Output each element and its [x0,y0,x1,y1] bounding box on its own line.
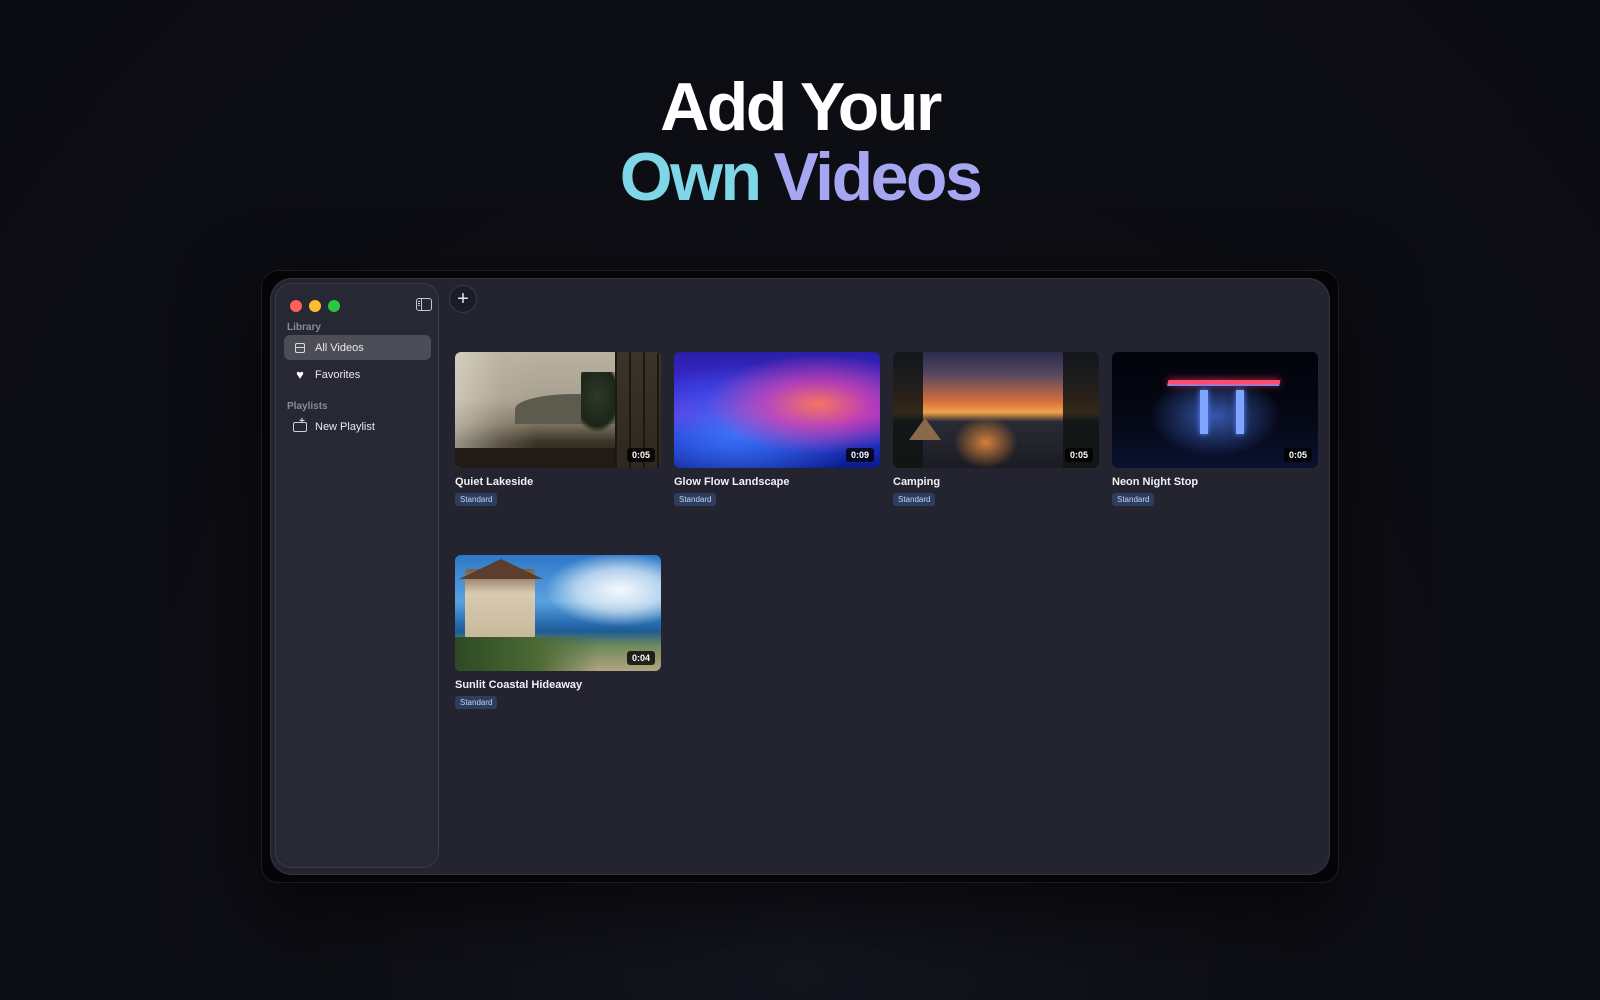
app-window: Library All Videos ♥ Favorites Playlists… [270,278,1330,875]
add-video-button[interactable]: + [449,285,477,313]
sidebar-item-label: Favorites [315,368,361,381]
quality-badge: Standard [1112,493,1155,506]
video-thumbnail[interactable]: 0:05 [1112,352,1318,468]
new-playlist-button[interactable]: New Playlist [284,414,431,439]
video-title: Glow Flow Landscape [674,476,790,488]
quality-badge: Standard [893,493,936,506]
sidebar-item-favorites[interactable]: ♥ Favorites [284,362,431,387]
sidebar: Library All Videos ♥ Favorites Playlists… [275,283,439,868]
video-title: Camping [893,476,941,488]
library-section-label: Library [287,322,321,333]
video-title: Quiet Lakeside [455,476,534,488]
archive-icon [293,341,307,355]
heart-icon: ♥ [296,366,304,382]
video-card[interactable]: 0:05 Neon Night Stop Standard [1112,352,1318,507]
hero-line-2: Own Videos [0,142,1600,212]
hero-line-1: Add Your [660,69,942,145]
video-card[interactable]: 0:04 Sunlit Coastal Hideaway Standard [455,555,661,710]
video-card[interactable]: 0:05 Camping Standard [893,352,1099,507]
new-playlist-label: New Playlist [315,420,375,433]
video-thumbnail[interactable]: 0:09 [674,352,880,468]
quality-badge: Standard [455,493,498,506]
sidebar-item-label: All Videos [315,341,364,354]
duration-badge: 0:05 [1283,448,1312,462]
hero-word-videos: Videos [773,139,983,215]
minimize-window-button[interactable] [309,300,321,312]
video-thumbnail[interactable]: 0:05 [455,352,661,468]
plus-icon: + [457,288,469,310]
sidebar-item-all-videos[interactable]: All Videos [284,335,431,360]
duration-badge: 0:05 [626,448,655,462]
quality-badge: Standard [455,696,498,709]
video-card[interactable]: 0:09 Glow Flow Landscape Standard [674,352,880,507]
close-window-button[interactable] [290,300,302,312]
playlists-section-label: Playlists [287,401,328,412]
duration-badge: 0:05 [1064,448,1093,462]
video-title: Sunlit Coastal Hideaway [455,679,583,691]
duration-badge: 0:04 [626,651,655,665]
add-playlist-icon [293,416,307,434]
hero-heading: Add Your Own Videos [0,72,1600,212]
sidebar-toggle-icon[interactable] [416,298,432,311]
hero-word-own: Own [619,139,762,215]
zoom-window-button[interactable] [328,300,340,312]
duration-badge: 0:09 [845,448,874,462]
video-thumbnail[interactable]: 0:04 [455,555,661,671]
quality-badge: Standard [674,493,717,506]
video-thumbnail[interactable]: 0:05 [893,352,1099,468]
video-card[interactable]: 0:05 Quiet Lakeside Standard [455,352,661,507]
video-title: Neon Night Stop [1112,476,1199,488]
